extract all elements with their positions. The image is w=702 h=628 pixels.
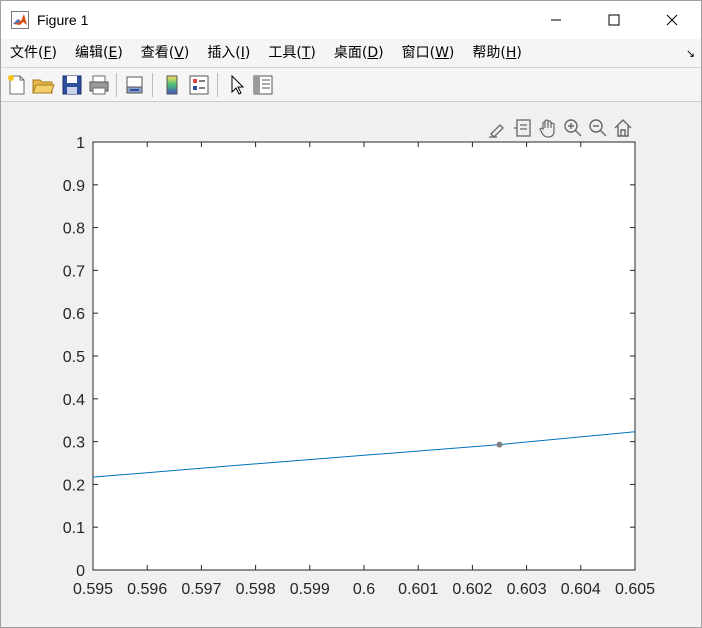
x-tick-label: 0.597 <box>181 581 221 598</box>
x-tick-label: 0.6 <box>353 581 375 598</box>
figure-window: Figure 1 文件(F) 编辑(E) 查看(V) 插入(I) 工具(T) 桌… <box>0 0 702 628</box>
x-tick-label: 0.595 <box>73 581 113 598</box>
axes-background <box>92 141 636 571</box>
x-tick-label: 0.598 <box>236 581 276 598</box>
x-tick-label: 0.601 <box>398 581 438 598</box>
y-tick-label: 0.2 <box>63 477 85 494</box>
x-tick-label: 0.596 <box>127 581 167 598</box>
y-tick-label: 0.3 <box>63 435 85 452</box>
y-tick-label: 0 <box>76 563 85 580</box>
y-tick-label: 1 <box>76 135 85 152</box>
x-tick-label: 0.604 <box>561 581 601 598</box>
plot-axes[interactable]: 0.595 0.596 0.597 0.598 0.599 0.6 0.601 0.602 0.… <box>1 1 701 627</box>
y-tick-label: 0.5 <box>63 349 85 366</box>
y-tick-label: 0.6 <box>63 306 85 323</box>
x-tick-label: 0.599 <box>290 581 330 598</box>
y-tick-label: 0.4 <box>63 392 85 409</box>
x-tick-label: 0.605 <box>615 581 655 598</box>
x-tick-label: 0.602 <box>452 581 492 598</box>
y-tick-label: 0.9 <box>63 178 85 195</box>
y-tick-label: 0.8 <box>63 221 85 238</box>
y-tick-label: 0.7 <box>63 263 85 280</box>
data-point-marker[interactable] <box>496 441 503 448</box>
x-tick-label: 0.603 <box>507 581 547 598</box>
y-tick-label: 0.1 <box>63 520 85 537</box>
